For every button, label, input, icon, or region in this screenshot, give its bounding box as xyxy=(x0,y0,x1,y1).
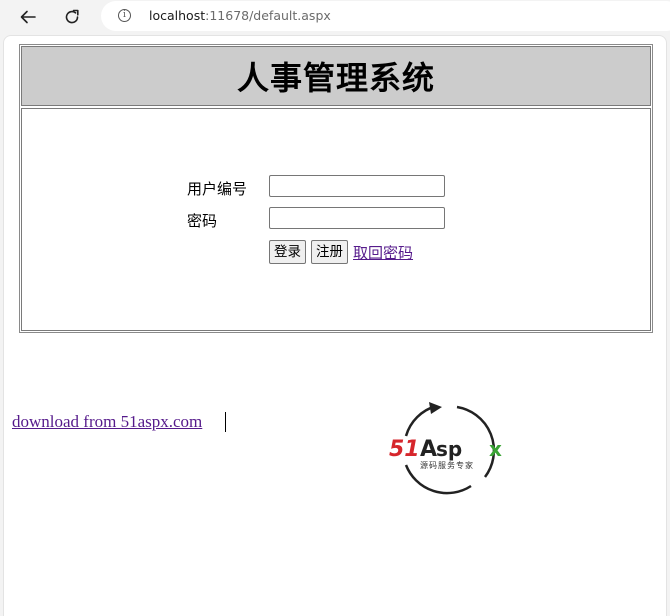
logo-tagline: 源码服务专家 xyxy=(420,460,474,470)
back-button[interactable] xyxy=(15,4,41,30)
address-bar[interactable]: i localhost:11678/default.aspx xyxy=(101,1,670,31)
51aspx-logo[interactable]: 51 A sp x 源码服务专家 xyxy=(384,402,514,498)
password-label: 密码 xyxy=(187,212,218,230)
logo-a: A xyxy=(420,437,437,462)
login-button[interactable]: 登录 xyxy=(269,240,306,264)
url-text: localhost:11678/default.aspx xyxy=(149,8,331,23)
url-path: :11678/default.aspx xyxy=(205,8,331,23)
layout-table: 人事管理系统 用户编号 密码 登录 注册 取回密码 xyxy=(19,44,653,333)
login-cell: 用户编号 密码 登录 注册 取回密码 xyxy=(21,108,651,331)
browser-toolbar: i localhost:11678/default.aspx xyxy=(0,0,670,34)
logo-51: 51 xyxy=(389,437,420,462)
page-viewport: 人事管理系统 用户编号 密码 登录 注册 取回密码 download from … xyxy=(3,35,667,616)
password-input[interactable] xyxy=(269,207,445,229)
register-button[interactable]: 注册 xyxy=(311,240,348,264)
logo-sp: sp xyxy=(436,437,462,461)
reload-button[interactable] xyxy=(59,4,85,30)
site-info-icon[interactable]: i xyxy=(118,9,131,22)
user-id-label: 用户编号 xyxy=(187,180,248,198)
user-id-input[interactable] xyxy=(269,175,445,197)
url-host: localhost xyxy=(149,8,206,23)
retrieve-password-link[interactable]: 取回密码 xyxy=(353,242,413,263)
page-title: 人事管理系统 xyxy=(236,59,435,97)
title-cell: 人事管理系统 xyxy=(21,46,651,106)
text-caret xyxy=(225,412,226,432)
reload-icon xyxy=(65,9,79,24)
logo-x: x xyxy=(489,437,502,461)
back-arrow-icon xyxy=(20,10,36,24)
download-link[interactable]: download from 51aspx.com xyxy=(12,412,202,432)
